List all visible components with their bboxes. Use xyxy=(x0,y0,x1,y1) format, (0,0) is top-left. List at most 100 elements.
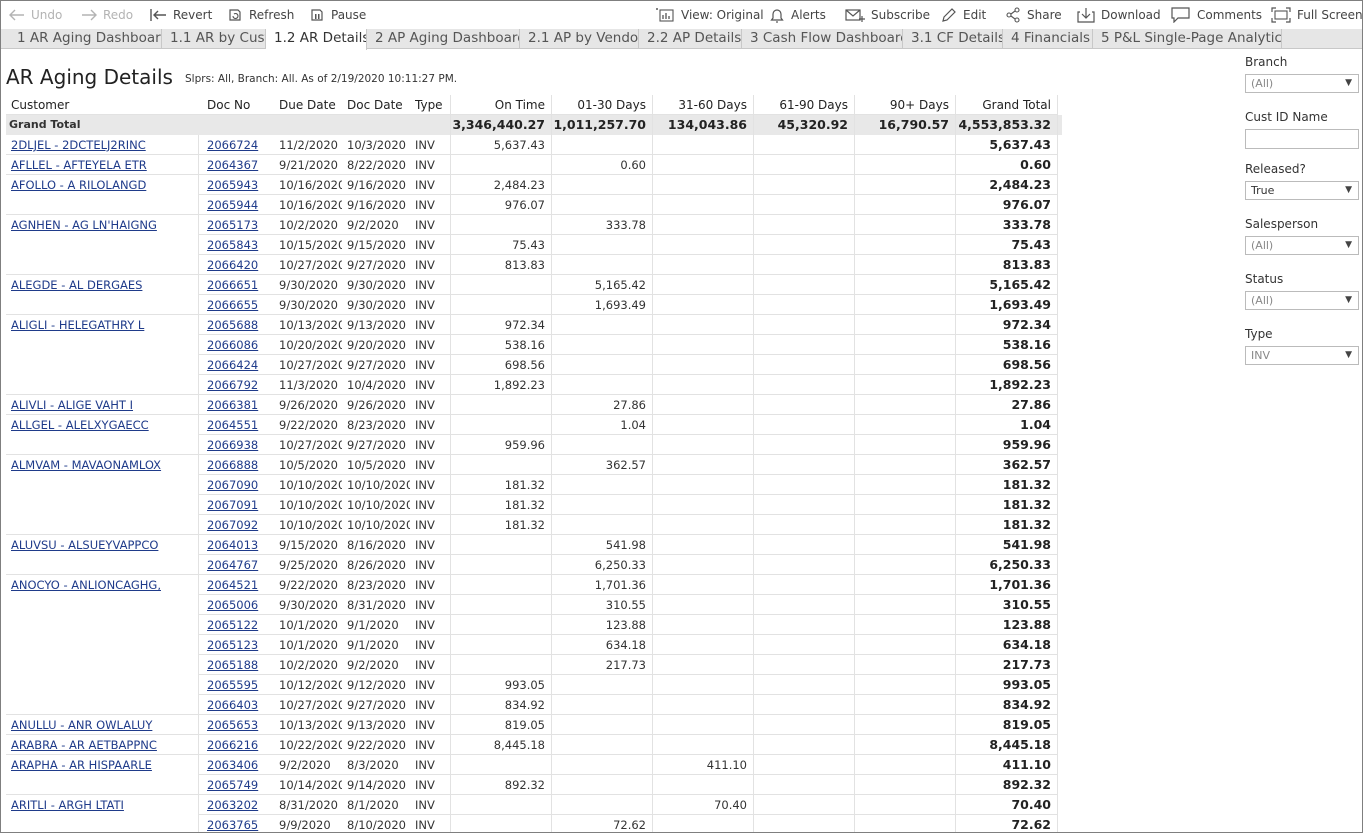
tab-ap-by-vendor[interactable]: 2.1 AP by Vendor xyxy=(520,29,639,49)
revert-button[interactable]: Revert xyxy=(149,5,212,25)
filter-dropdown-salesperson[interactable]: (All) ▼ xyxy=(1245,236,1359,255)
hdr-due-date[interactable]: Due Date xyxy=(279,95,347,115)
doc-no-link[interactable]: 2065944 xyxy=(207,195,270,215)
customer-link[interactable]: ALMVAM - MAVAONAMLOX xyxy=(11,455,196,475)
subscribe-button[interactable]: Subscribe xyxy=(845,5,930,25)
customer-link[interactable]: 2DLJEL - 2DCTELJ2RINC xyxy=(11,135,196,155)
row-total-value: 72.62 xyxy=(1011,817,1051,832)
doc-no-link[interactable]: 2066888 xyxy=(207,455,270,475)
doc-no-link[interactable]: 2066381 xyxy=(207,395,270,415)
doc-no-link[interactable]: 2066420 xyxy=(207,255,270,275)
hdr-31-60-days[interactable]: 31-60 Days xyxy=(652,95,753,115)
customer-link[interactable]: ARABRA - AR AETBAPPNC xyxy=(11,735,196,755)
doc-no-link[interactable]: 2065123 xyxy=(207,635,270,655)
speech-bubble-icon xyxy=(1171,7,1190,23)
filter-input-cust-id-name[interactable] xyxy=(1245,129,1359,149)
tab-ap-details[interactable]: 2.2 AP Details xyxy=(639,29,742,49)
doc-no-link[interactable]: 2066724 xyxy=(207,135,270,155)
doc-no-link[interactable]: 2067091 xyxy=(207,495,270,515)
hdr-61-90-days[interactable]: 61-90 Days xyxy=(753,95,854,115)
customer-link[interactable]: ALLGEL - ALELXYGAECC xyxy=(11,415,196,435)
doc-no-link[interactable]: 2066086 xyxy=(207,335,270,355)
undo-button[interactable]: Undo xyxy=(9,5,62,25)
tab-ap-aging-dashboard[interactable]: 2 AP Aging Dashboard xyxy=(367,29,520,49)
view-original-button[interactable]: View: Original xyxy=(653,5,764,25)
tab-ar-aging-dashboard[interactable]: 1 AR Aging Dashboard xyxy=(9,29,162,49)
doc-date: 9/30/2020 xyxy=(347,298,406,312)
tab-ar-details[interactable]: 1.2 AR Details xyxy=(266,29,367,50)
doc-no-link[interactable]: 2066424 xyxy=(207,355,270,375)
hdr-on-time[interactable]: On Time xyxy=(450,95,551,115)
download-button[interactable]: Download xyxy=(1077,5,1161,25)
filter-dropdown-type[interactable]: INV ▼ xyxy=(1245,346,1359,365)
customer-link[interactable]: ALUVSU - ALSUEYVAPPCO xyxy=(11,535,196,555)
hdr-doc-date[interactable]: Doc Date xyxy=(347,95,415,115)
filter-dropdown-branch[interactable]: (All) ▼ xyxy=(1245,74,1359,93)
customer-link[interactable]: AFOLLO - A RILOLANGD xyxy=(11,175,196,195)
doc-no-link[interactable]: 2066216 xyxy=(207,735,270,755)
customer-link[interactable]: AGNHEN - AG LN'HAIGNG xyxy=(11,215,196,235)
tab-cf-details[interactable]: 3.1 CF Details xyxy=(903,29,1003,49)
filter-dropdown-released[interactable]: True ▼ xyxy=(1245,181,1359,200)
customer-link[interactable]: ANOCYO - ANLIONCAGHG, xyxy=(11,575,196,595)
comments-button[interactable]: Comments xyxy=(1171,5,1262,25)
doc-no-link[interactable]: 2065943 xyxy=(207,175,270,195)
doc-no-link[interactable]: 2064551 xyxy=(207,415,270,435)
customer-link[interactable]: ARAPHA - AR HISPAARLE xyxy=(11,755,196,775)
customer-link[interactable]: ARITLI - ARGH LTATI xyxy=(11,795,196,815)
doc-no-link[interactable]: 2065122 xyxy=(207,615,270,635)
hdr-01-30-days[interactable]: 01-30 Days xyxy=(551,95,652,115)
tab-pl-single-page-analytics[interactable]: 5 P&L Single-Page Analytics xyxy=(1093,29,1282,49)
hdr-type[interactable]: Type xyxy=(415,95,455,115)
doc-no-link[interactable]: 2063765 xyxy=(207,815,270,832)
doc-no-link[interactable]: 2065653 xyxy=(207,715,270,735)
alerts-button[interactable]: Alerts xyxy=(769,5,826,25)
doc-no-link[interactable]: 2065688 xyxy=(207,315,270,335)
hdr-grand-total[interactable]: Grand Total xyxy=(955,95,1057,115)
doc-no-link[interactable]: 2064521 xyxy=(207,575,270,595)
on-time-value: 972.34 xyxy=(504,318,545,332)
days-31-60-value xyxy=(652,775,753,795)
doc-no-link[interactable]: 2066651 xyxy=(207,275,270,295)
doc-no-link[interactable]: 2063202 xyxy=(207,795,270,815)
filter-dropdown-status[interactable]: (All) ▼ xyxy=(1245,291,1359,310)
customer-link[interactable]: ALEGDE - AL DERGAES xyxy=(11,275,196,295)
doc-no-link[interactable]: 2067090 xyxy=(207,475,270,495)
tab-ar-by-cust[interactable]: 1.1 AR by Cust xyxy=(162,29,266,49)
pause-button[interactable]: Pause xyxy=(309,5,366,25)
days-01-30-value xyxy=(551,475,652,495)
doc-no-link[interactable]: 2066655 xyxy=(207,295,270,315)
doc-date: 10/10/2020 xyxy=(347,478,410,492)
refresh-button[interactable]: Refresh xyxy=(227,5,294,25)
hdr-90-plus-days[interactable]: 90+ Days xyxy=(854,95,955,115)
days-90-plus-value xyxy=(854,535,955,555)
doc-no-link[interactable]: 2066792 xyxy=(207,375,270,395)
doc-no-link[interactable]: 2064767 xyxy=(207,555,270,575)
tab-cash-flow-dashboard[interactable]: 3 Cash Flow Dashboard xyxy=(742,29,903,49)
customer-link[interactable]: AFLLEL - AFTEYELA ETR xyxy=(11,155,196,175)
edit-button[interactable]: Edit xyxy=(941,5,986,25)
doc-no-link[interactable]: 2065173 xyxy=(207,215,270,235)
customer-link[interactable]: ALIGLI - HELEGATHRY L xyxy=(11,315,196,335)
tab-financials[interactable]: 4 Financials xyxy=(1003,29,1093,49)
customer-link[interactable]: ANULLU - ANR OWLALUY xyxy=(11,715,196,735)
doc-no-link[interactable]: 2064367 xyxy=(207,155,270,175)
hdr-customer[interactable]: Customer xyxy=(11,95,201,115)
refresh-icon xyxy=(229,9,241,21)
doc-no-link[interactable]: 2065188 xyxy=(207,655,270,675)
hdr-doc-no[interactable]: Doc No xyxy=(207,95,275,115)
doc-no-link[interactable]: 2064013 xyxy=(207,535,270,555)
doc-no-link[interactable]: 2065843 xyxy=(207,235,270,255)
doc-no-link[interactable]: 2065749 xyxy=(207,775,270,795)
doc-no-link[interactable]: 2063406 xyxy=(207,755,270,775)
share-button[interactable]: Share xyxy=(1005,5,1062,25)
doc-no-link[interactable]: 2065006 xyxy=(207,595,270,615)
redo-button[interactable]: Redo xyxy=(81,5,133,25)
fullscreen-button[interactable]: Full Screen xyxy=(1271,5,1362,25)
doc-no-link[interactable]: 2066938 xyxy=(207,435,270,455)
doc-no-link[interactable]: 2067092 xyxy=(207,515,270,535)
customer-link[interactable]: ALIVLI - ALIGE VAHT I xyxy=(11,395,196,415)
doc-no-link[interactable]: 2066403 xyxy=(207,695,270,715)
doc-no-link[interactable]: 2065595 xyxy=(207,675,270,695)
days-90-plus-value xyxy=(854,515,955,535)
